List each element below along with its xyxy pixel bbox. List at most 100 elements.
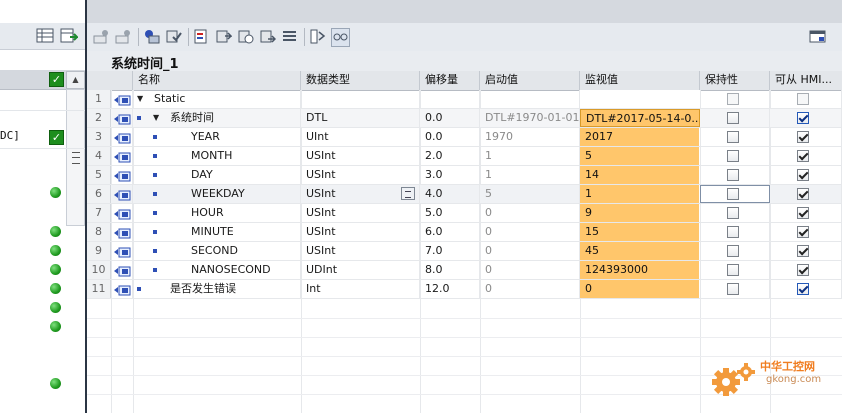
table-row[interactable]: 9 SECOND USInt 7.0 0 45 bbox=[87, 242, 842, 261]
name-cell[interactable]: MINUTE bbox=[133, 223, 301, 241]
retain-checkbox[interactable] bbox=[727, 264, 739, 276]
retain-cell[interactable] bbox=[700, 242, 770, 260]
retain-checkbox[interactable] bbox=[727, 93, 739, 105]
table-view-icon[interactable] bbox=[36, 27, 54, 44]
hmi-cell[interactable] bbox=[770, 128, 842, 146]
start-value-cell[interactable]: 1 bbox=[480, 147, 580, 165]
start-value-cell[interactable]: 0 bbox=[480, 204, 580, 222]
table-row[interactable]: 10 NANOSECOND UDInt 8.0 0 124393000 bbox=[87, 261, 842, 280]
retain-cell[interactable] bbox=[700, 261, 770, 279]
table-row[interactable]: 2 ▼ 系统时间 DTL 0.0 DTL#1970-01-01-( DTL#201… bbox=[87, 109, 842, 128]
table-row[interactable]: 11 是否发生错误 Int 12.0 0 0 bbox=[87, 280, 842, 299]
column-header-start-value[interactable]: 启动值 bbox=[480, 71, 580, 90]
name-cell[interactable]: 是否发生错误 bbox=[133, 280, 301, 298]
window-layout-icon[interactable] bbox=[809, 28, 826, 45]
load-start-values-icon[interactable] bbox=[193, 28, 210, 45]
name-cell[interactable]: DAY bbox=[133, 166, 301, 184]
splitter-grip-icon[interactable] bbox=[72, 152, 80, 164]
column-header-hmi[interactable]: 可从 HMI... bbox=[770, 71, 842, 90]
retain-checkbox[interactable] bbox=[727, 226, 739, 238]
expand-collapse-icon[interactable] bbox=[309, 28, 326, 45]
data-type-cell[interactable]: UInt bbox=[301, 128, 420, 146]
start-value-cell[interactable]: DTL#1970-01-01-( bbox=[480, 109, 580, 127]
hmi-checkbox[interactable] bbox=[797, 93, 809, 105]
retain-cell[interactable] bbox=[700, 128, 770, 146]
hmi-checkbox[interactable] bbox=[797, 264, 809, 276]
hmi-cell[interactable] bbox=[770, 280, 842, 298]
data-type-cell[interactable]: UDInt bbox=[301, 261, 420, 279]
monitor-step-icon[interactable] bbox=[215, 28, 232, 45]
start-value-cell[interactable]: 0 bbox=[480, 261, 580, 279]
data-type-cell[interactable]: DTL bbox=[301, 109, 420, 127]
collapse-arrow-icon[interactable]: ▼ bbox=[153, 109, 159, 127]
insert-row-icon[interactable] bbox=[93, 28, 110, 45]
data-type-cell[interactable]: USInt bbox=[301, 204, 420, 222]
data-type-cell[interactable]: USInt bbox=[301, 147, 420, 165]
retain-cell[interactable] bbox=[700, 90, 770, 108]
monitor-once-icon[interactable] bbox=[259, 28, 276, 45]
snapshot-icon[interactable] bbox=[143, 28, 160, 45]
table-row[interactable]: 3 YEAR UInt 0.0 1970 2017 bbox=[87, 128, 842, 147]
hmi-checkbox[interactable] bbox=[797, 226, 809, 238]
hmi-checkbox[interactable] bbox=[797, 131, 809, 143]
retain-checkbox[interactable] bbox=[727, 150, 739, 162]
list-view-icon[interactable] bbox=[281, 28, 298, 45]
retain-checkbox[interactable] bbox=[727, 169, 739, 181]
data-type-cell[interactable]: Int bbox=[301, 280, 420, 298]
hmi-checkbox[interactable] bbox=[797, 283, 809, 295]
retain-checkbox[interactable] bbox=[727, 207, 739, 219]
collapse-arrow-icon[interactable]: ▼ bbox=[137, 90, 143, 108]
retain-cell[interactable] bbox=[700, 204, 770, 222]
retain-cell[interactable] bbox=[700, 223, 770, 241]
hmi-cell[interactable] bbox=[770, 166, 842, 184]
data-type-cell[interactable]: USInt bbox=[301, 223, 420, 241]
table-row[interactable]: 7 HOUR USInt 5.0 0 9 bbox=[87, 204, 842, 223]
start-value-cell[interactable]: 0 bbox=[480, 280, 580, 298]
hmi-cell[interactable] bbox=[770, 90, 842, 108]
name-cell[interactable]: HOUR bbox=[133, 204, 301, 222]
column-header-data-type[interactable]: 数据类型 bbox=[301, 71, 420, 90]
retain-cell[interactable] bbox=[700, 147, 770, 165]
start-value-cell[interactable]: 0 bbox=[480, 223, 580, 241]
column-header-monitor-value[interactable]: 监视值 bbox=[580, 71, 700, 90]
retain-cell[interactable] bbox=[700, 185, 770, 203]
hmi-checkbox[interactable] bbox=[797, 207, 809, 219]
hmi-cell[interactable] bbox=[770, 242, 842, 260]
name-cell[interactable]: NANOSECOND bbox=[133, 261, 301, 279]
table-row[interactable]: 8 MINUTE USInt 6.0 0 15 bbox=[87, 223, 842, 242]
hmi-checkbox[interactable] bbox=[797, 169, 809, 181]
hmi-cell[interactable] bbox=[770, 223, 842, 241]
retain-checkbox[interactable] bbox=[727, 283, 739, 295]
header-check-icon[interactable]: ✓ bbox=[49, 72, 64, 87]
column-header-offset[interactable]: 偏移量 bbox=[420, 71, 480, 90]
monitor-all-icon[interactable] bbox=[237, 28, 254, 45]
name-cell[interactable]: MONTH bbox=[133, 147, 301, 165]
hmi-checkbox[interactable] bbox=[797, 112, 809, 124]
name-cell[interactable]: ▼ Static bbox=[133, 90, 301, 108]
export-table-icon[interactable] bbox=[60, 27, 80, 44]
retain-cell[interactable] bbox=[700, 109, 770, 127]
table-row[interactable]: 6 WEEKDAY USInt 4.0 5 1 bbox=[87, 185, 842, 204]
hmi-checkbox[interactable] bbox=[797, 188, 809, 200]
name-cell[interactable]: WEEKDAY bbox=[133, 185, 301, 203]
hmi-cell[interactable] bbox=[770, 185, 842, 203]
table-row[interactable]: 4 MONTH USInt 2.0 1 5 bbox=[87, 147, 842, 166]
table-row[interactable]: 1 ▼ Static bbox=[87, 90, 842, 109]
start-value-cell[interactable] bbox=[480, 90, 580, 108]
start-value-cell[interactable]: 1 bbox=[480, 166, 580, 184]
data-type-cell[interactable] bbox=[301, 90, 420, 108]
hmi-cell[interactable] bbox=[770, 109, 842, 127]
monitor-on-off-icon[interactable] bbox=[331, 28, 350, 47]
data-type-cell[interactable]: USInt bbox=[301, 185, 420, 203]
column-header-retain[interactable]: 保持性 bbox=[700, 71, 770, 90]
column-header-name[interactable]: 名称 bbox=[133, 71, 301, 90]
hmi-checkbox[interactable] bbox=[797, 150, 809, 162]
data-type-cell[interactable]: USInt bbox=[301, 166, 420, 184]
data-type-cell[interactable]: USInt bbox=[301, 242, 420, 260]
retain-checkbox[interactable] bbox=[727, 245, 739, 257]
hmi-cell[interactable] bbox=[770, 204, 842, 222]
add-row-icon[interactable] bbox=[115, 28, 132, 45]
start-value-cell[interactable]: 5 bbox=[480, 185, 580, 203]
data-type-picker-button[interactable] bbox=[401, 187, 415, 200]
retain-checkbox[interactable] bbox=[727, 112, 739, 124]
